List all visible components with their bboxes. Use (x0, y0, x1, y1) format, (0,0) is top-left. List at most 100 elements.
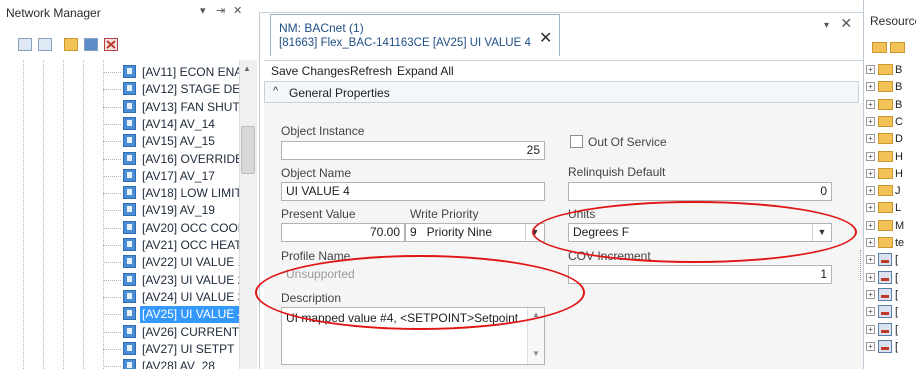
tree-item[interactable]: [AV24] UI VALUE 3 (0, 289, 239, 306)
resource-item[interactable]: +[ (866, 304, 916, 321)
general-properties-header[interactable]: ^ General Properties (264, 81, 859, 103)
expand-icon[interactable]: + (866, 238, 875, 247)
grid-icon[interactable] (64, 38, 78, 51)
expand-all-button[interactable]: Expand All (397, 64, 454, 78)
resource-item[interactable]: + H (866, 149, 916, 166)
tree-item[interactable]: [AV28] AV_28 (0, 358, 239, 369)
expand-icon[interactable]: + (866, 255, 875, 265)
analog-value-icon (123, 255, 136, 269)
tree-item[interactable]: [AV21] OCC HEATIN (0, 237, 239, 254)
tree-item[interactable]: [AV14] AV_14 (0, 116, 239, 133)
expand-icon[interactable]: + (866, 341, 875, 351)
analog-value-icon (123, 116, 136, 130)
analog-value-icon (123, 203, 136, 217)
relinquish-default-field[interactable]: 0 (568, 182, 832, 201)
tree-item[interactable]: [AV17] AV_17 (0, 168, 239, 185)
tree-item[interactable]: [AV25] UI VALUE 4 (0, 306, 239, 324)
cov-increment-field[interactable]: 1 (568, 265, 832, 284)
expand-icon[interactable]: + (866, 324, 875, 334)
pane-menu-button[interactable]: ▾ (200, 4, 206, 17)
resource-item[interactable]: +[ (866, 287, 916, 304)
folder-icon[interactable] (84, 38, 98, 51)
tree-item-label: [AV22] UI VALUE 1 (142, 255, 239, 270)
expand-icon[interactable]: + (866, 272, 875, 282)
tab-close-button[interactable]: ✕ (539, 28, 552, 48)
tree-item[interactable]: [AV18] LOW LIMIT (0, 185, 239, 202)
expand-icon[interactable]: + (866, 186, 875, 196)
expand-icon[interactable]: + (866, 134, 875, 144)
tree-item[interactable]: [AV27] UI SETPT (0, 341, 239, 358)
expand-icon[interactable]: + (866, 168, 875, 178)
folder-icon (878, 150, 893, 162)
resource-item[interactable]: + H (866, 166, 916, 183)
resource-item[interactable]: +[ (866, 252, 916, 269)
expand-icon[interactable]: + (866, 65, 875, 74)
open-folder-icon[interactable] (890, 42, 905, 53)
expand-icon[interactable]: + (866, 151, 875, 161)
expand-icon[interactable]: + (866, 307, 875, 317)
resource-item[interactable]: + M (866, 218, 916, 235)
resource-item[interactable]: + D (866, 131, 916, 148)
write-priority-select[interactable]: 9 Priority Nine ▼ (405, 223, 545, 242)
expand-icon[interactable]: + (866, 220, 875, 230)
tree-scrollbar-thumb[interactable] (241, 126, 255, 174)
resource-item[interactable]: + te (866, 235, 916, 252)
expand-icon[interactable]: + (866, 289, 875, 299)
tree-item[interactable]: [AV13] FAN SHUTO (0, 99, 239, 116)
network-tree[interactable]: [AV11] ECON ENAB [AV12] STAGE DELA [AV13] … (0, 60, 239, 369)
tree-item[interactable]: [AV12] STAGE DELA (0, 81, 239, 98)
tree-item-label: [AV27] UI SETPT (142, 341, 235, 356)
resource-item[interactable]: + B (866, 79, 916, 96)
tree-item-label: [AV17] AV_17 (142, 168, 215, 183)
out-of-service-checkbox[interactable] (570, 135, 583, 148)
folder-icon (878, 115, 893, 127)
resources-tree[interactable]: + B + B + B + C + D + H + H + J + L + M + te +[+[+[+[+[+[ (864, 62, 916, 369)
resource-item-label: L (895, 202, 902, 215)
document-tab[interactable]: NM: BACnet (1) [81663] Flex_BAC-141163CE… (270, 14, 560, 56)
resource-item[interactable]: +[ (866, 270, 916, 287)
tree-item[interactable]: [AV11] ECON ENAB (0, 64, 239, 81)
refresh-button[interactable]: Refresh (350, 64, 392, 78)
expand-icon[interactable]: + (866, 99, 875, 109)
tree-item[interactable]: [AV16] OVERRIDE TI (0, 151, 239, 168)
resource-item[interactable]: + B (866, 97, 916, 114)
tree-item[interactable]: [AV20] OCC COOLI (0, 220, 239, 237)
resource-item[interactable]: + C (866, 114, 916, 131)
analog-value-icon (123, 307, 136, 321)
document-menu-button[interactable]: ▾ (824, 20, 829, 31)
properties-icon[interactable] (18, 38, 32, 51)
object-name-field[interactable]: UI VALUE 4 (281, 182, 545, 201)
tree-item[interactable]: [AV23] UI VALUE 2 (0, 272, 239, 289)
present-value-field[interactable]: 70.00 (281, 223, 405, 242)
delete-icon[interactable] (104, 38, 118, 51)
document-close-button[interactable]: ✕ (840, 15, 852, 31)
view-icon[interactable] (38, 38, 52, 51)
resource-item[interactable]: + B (866, 62, 916, 79)
bacnet-device-icon (878, 287, 892, 301)
tree-item[interactable]: [AV26] CURRENT M (0, 324, 239, 341)
pane-close-button[interactable]: ✕ (233, 4, 242, 17)
resource-item-label: D (895, 133, 903, 146)
expand-icon[interactable]: + (866, 82, 875, 92)
scroll-up-icon[interactable]: ▲ (243, 64, 251, 73)
analog-value-icon (123, 220, 136, 234)
folder-icon[interactable] (872, 42, 887, 53)
save-changes-button[interactable]: Save Changes (271, 64, 350, 78)
resource-item[interactable]: +[ (866, 322, 916, 339)
pane-pin-button[interactable]: ⇥ (216, 4, 225, 17)
object-instance-field[interactable]: 25 (281, 141, 545, 160)
tree-item[interactable]: [AV19] AV_19 (0, 202, 239, 219)
tree-scrollbar[interactable] (239, 60, 257, 369)
resource-item[interactable]: + J (866, 183, 916, 200)
resource-item-label: [ (895, 306, 899, 319)
resource-item[interactable]: +[ (866, 339, 916, 356)
expand-icon[interactable]: + (866, 203, 875, 213)
expand-icon[interactable]: + (866, 116, 875, 126)
folder-icon (878, 98, 893, 110)
resources-pane: Resources +B+B+B+C+D+H+H+J+L+M+te+[+[+[+… (863, 0, 916, 369)
tree-item[interactable]: [AV15] AV_15 (0, 133, 239, 150)
resource-item[interactable]: + L (866, 200, 916, 217)
tree-item[interactable]: [AV22] UI VALUE 1 (0, 254, 239, 271)
chevron-up-icon: ^ (273, 85, 279, 97)
analog-value-icon (123, 359, 136, 369)
